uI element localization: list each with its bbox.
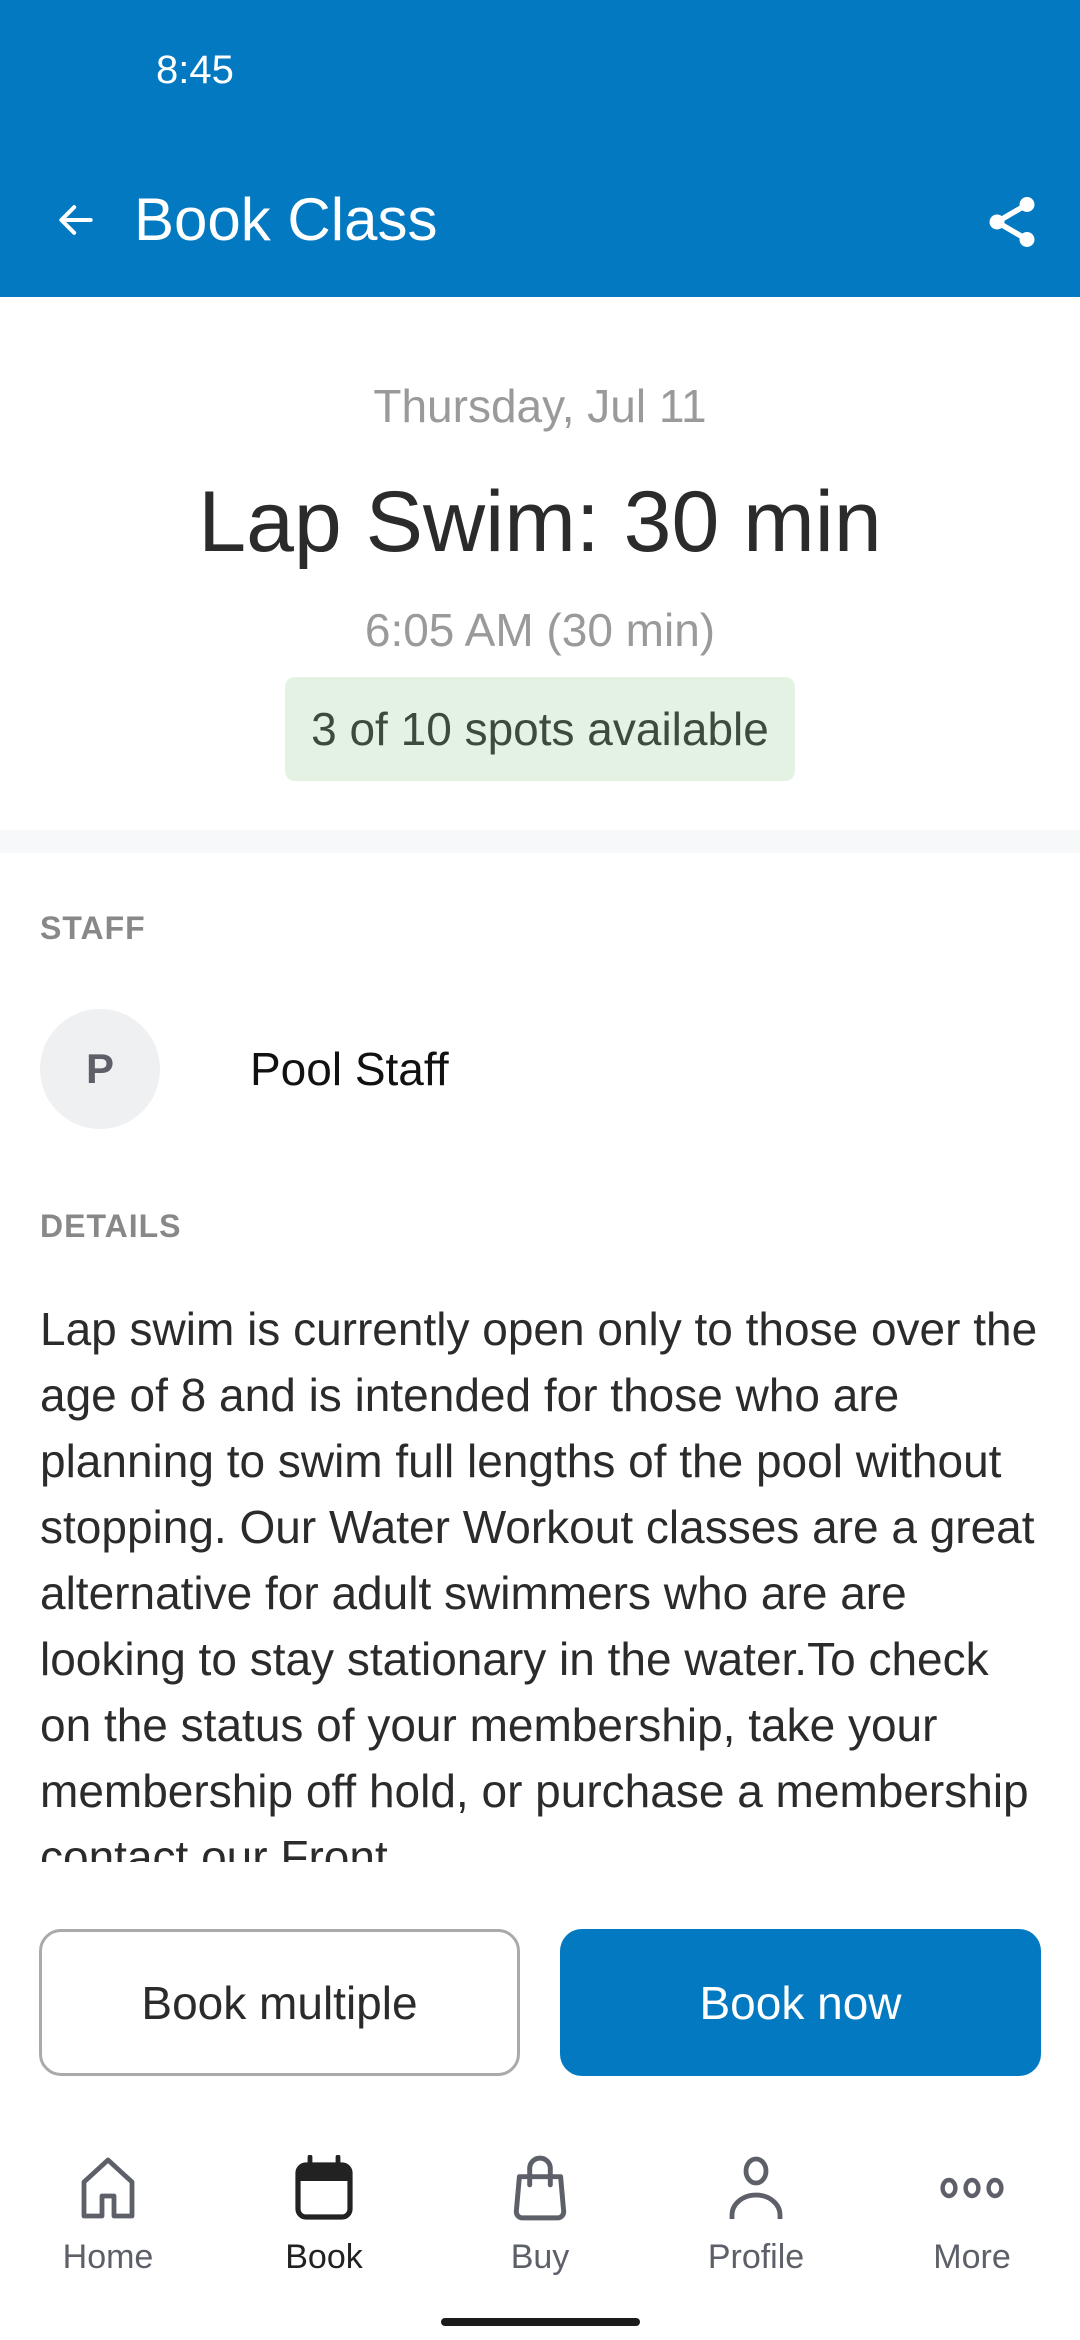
spots-available-badge: 3 of 10 spots available (285, 677, 795, 781)
nav-label-buy: Buy (510, 2238, 570, 2276)
nav-label-book: Book (285, 2238, 363, 2276)
page-title: Book Class (134, 186, 438, 253)
home-icon (68, 2150, 148, 2226)
class-title: Lap Swim: 30 min (198, 474, 882, 570)
nav-label-more: More (933, 2238, 1011, 2276)
status-bar-time: 8:45 (156, 48, 234, 92)
nav-label-profile: Profile (707, 2238, 805, 2276)
book-multiple-button[interactable]: Book multiple (39, 1929, 520, 2076)
home-indicator[interactable] (441, 2318, 640, 2326)
staff-name: Pool Staff (250, 1043, 449, 1095)
nav-item-profile[interactable]: Profile (648, 2150, 864, 2280)
staff-section-label: STAFF (40, 910, 146, 946)
share-icon (989, 197, 1035, 247)
section-divider (0, 830, 1080, 853)
class-date: Thursday, Jul 11 (373, 380, 707, 432)
staff-list-item[interactable]: P Pool Staff (40, 1009, 449, 1129)
class-time: 6:05 AM (30 min) (364, 604, 716, 656)
nav-item-book[interactable]: Book (216, 2150, 432, 2280)
more-horizontal-icon (932, 2150, 1012, 2226)
nav-item-more[interactable]: More (864, 2150, 1080, 2280)
staff-avatar: P (40, 1009, 160, 1129)
class-summary: Thursday, Jul 11 Lap Swim: 30 min 6:05 A… (0, 297, 1080, 830)
back-button[interactable] (44, 188, 108, 252)
app-header: 8:45 Book Class (0, 0, 1080, 297)
booking-actions: Book multiple Book now (0, 1929, 1080, 2076)
person-icon (716, 2150, 796, 2226)
calendar-icon (284, 2150, 364, 2226)
details-section-label: DETAILS (40, 1208, 182, 1244)
shopping-bag-icon (500, 2150, 580, 2226)
nav-label-home: Home (62, 2238, 154, 2276)
share-button[interactable] (976, 186, 1048, 258)
arrow-left-icon (59, 205, 93, 235)
nav-item-buy[interactable]: Buy (432, 2150, 648, 2280)
bottom-navigation: Home Book Buy Profile More (0, 2150, 1080, 2280)
nav-item-home[interactable]: Home (0, 2150, 216, 2280)
book-now-button[interactable]: Book now (560, 1929, 1041, 2076)
class-description: Lap swim is currently open only to those… (40, 1303, 1038, 1862)
